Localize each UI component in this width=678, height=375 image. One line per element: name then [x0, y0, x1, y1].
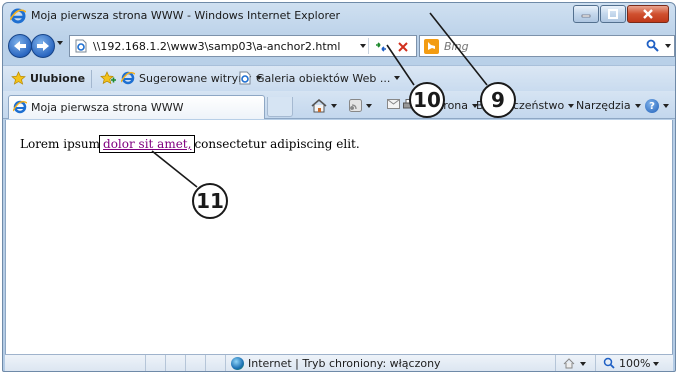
minimize-icon	[581, 14, 591, 18]
maximize-icon	[608, 9, 618, 19]
home-icon	[311, 99, 327, 113]
arrow-right-icon	[37, 41, 49, 51]
security-zone[interactable]: Internet | Tryb chroniony: włączony	[231, 357, 441, 370]
favorites-button[interactable]: Ulubione	[11, 71, 85, 85]
close-button[interactable]	[627, 5, 669, 23]
address-bar[interactable]: \\192.168.1.2\www3\samp03\a-anchor2.html	[69, 35, 417, 57]
chevron-down-icon	[394, 76, 401, 80]
security-zone-label: Internet | Tryb chroniony: włączony	[248, 357, 441, 370]
tools-menu[interactable]: Narzędzia	[576, 99, 641, 112]
zoom-icon	[603, 357, 615, 369]
paragraph-text-before: Lorem ipsum	[20, 137, 101, 151]
minimize-button[interactable]	[573, 5, 599, 23]
suggested-sites-label: Sugerowane witryny	[139, 71, 252, 85]
ie-logo-icon	[121, 71, 135, 85]
chevron-down-icon	[331, 104, 337, 108]
callout-10: 10	[409, 82, 445, 118]
home-button[interactable]	[311, 99, 337, 113]
chevron-down-icon	[580, 361, 586, 366]
paragraph-text-after: consectetur adipiscing elit.	[194, 137, 360, 151]
recent-pages-dropdown[interactable]	[57, 41, 63, 45]
search-button[interactable]	[646, 39, 660, 56]
search-provider-dropdown[interactable]	[665, 44, 671, 48]
close-icon	[643, 9, 653, 19]
status-divider	[185, 355, 186, 371]
status-divider	[165, 355, 166, 371]
read-mail-button[interactable]	[387, 99, 400, 109]
feeds-button[interactable]	[349, 99, 372, 112]
page-icon	[239, 71, 251, 85]
chevron-down-icon	[634, 103, 641, 108]
web-slice-gallery-button[interactable]: Galeria obiektów Web ...	[238, 71, 401, 85]
refresh-button[interactable]	[372, 38, 390, 55]
web-slice-gallery-label: Galeria obiektów Web ...	[256, 71, 391, 85]
title-bar: Moja pierwsza strona WWW - Windows Inter…	[3, 3, 675, 29]
status-divider	[145, 355, 146, 371]
help-icon: ?	[645, 99, 659, 113]
status-divider	[225, 355, 226, 371]
favorites-separator	[91, 70, 92, 88]
zoom-control[interactable]: 100%	[603, 357, 660, 370]
feeds-icon	[349, 99, 362, 112]
tab-label: Moja pierwsza strona WWW	[31, 101, 184, 114]
star-icon	[11, 71, 26, 85]
chevron-down-icon	[663, 104, 669, 108]
add-to-favorites-bar-button[interactable]	[100, 71, 116, 85]
maximize-button[interactable]	[600, 5, 626, 23]
protected-mode-button[interactable]	[563, 358, 586, 369]
forward-button[interactable]	[31, 34, 55, 58]
bing-icon	[424, 39, 439, 54]
chevron-down-icon	[568, 103, 575, 108]
command-bar: Moja pierwsza strona WWW Strona Bezpiecz…	[3, 91, 675, 119]
search-box[interactable]	[419, 35, 675, 57]
favorites-label: Ulubione	[30, 71, 86, 85]
search-icon	[646, 39, 659, 52]
refresh-icon	[376, 41, 386, 52]
stop-button[interactable]	[395, 38, 411, 55]
page-icon	[74, 39, 88, 56]
page-content: Lorem ipsum dolor sit amet, consectetur ad…	[5, 120, 673, 354]
anchor-link[interactable]: dolor sit amet,	[99, 135, 196, 153]
globe-icon	[231, 357, 244, 370]
address-url: \\192.168.1.2\www3\samp03\a-anchor2.html	[93, 40, 341, 53]
status-divider	[595, 355, 596, 371]
chevron-down-icon	[366, 103, 372, 108]
status-divider	[205, 355, 206, 371]
back-button[interactable]	[8, 34, 32, 58]
callout-9: 9	[480, 82, 516, 118]
favorites-bar: Ulubione Sugerowane witryny Galeria obie…	[3, 65, 675, 91]
browser-window: Moja pierwsza strona WWW - Windows Inter…	[2, 2, 676, 372]
stop-icon	[398, 41, 408, 52]
status-divider	[555, 355, 556, 371]
ie-logo-icon	[12, 100, 28, 117]
callout-11: 11	[192, 183, 228, 219]
chevron-down-icon	[653, 361, 660, 366]
tools-menu-label: Narzędzia	[576, 99, 631, 112]
star-add-icon	[100, 71, 116, 85]
arrow-left-icon	[14, 41, 26, 51]
navigation-bar: \\192.168.1.2\www3\samp03\a-anchor2.html	[3, 30, 675, 62]
lorem-paragraph: Lorem ipsum dolor sit amet, consectetur ad…	[20, 135, 360, 153]
help-button[interactable]: ?	[645, 99, 669, 113]
popup-blocker-icon	[563, 358, 575, 369]
window-title: Moja pierwsza strona WWW - Windows Inter…	[31, 9, 341, 22]
tab-active[interactable]: Moja pierwsza strona WWW	[8, 95, 265, 119]
zoom-level: 100%	[619, 357, 651, 370]
ie-logo-icon	[9, 8, 27, 24]
new-tab-button[interactable]	[267, 97, 293, 117]
status-bar: Internet | Tryb chroniony: włączony 100%	[5, 354, 673, 371]
window-controls	[573, 5, 669, 23]
address-separator	[368, 38, 369, 54]
address-dropdown[interactable]	[360, 44, 366, 48]
mail-icon	[387, 99, 400, 109]
search-input[interactable]	[444, 38, 634, 54]
